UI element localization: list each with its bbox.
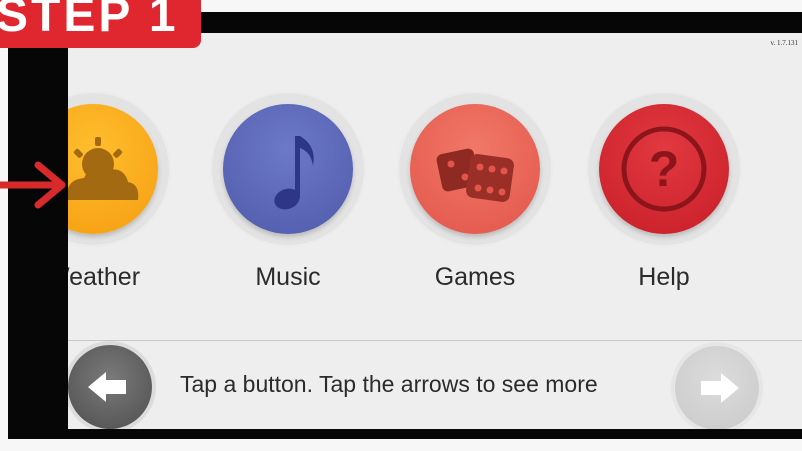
- divider: [68, 340, 802, 341]
- cloud-sun-icon: [68, 137, 139, 200]
- question-icon: ?: [621, 126, 707, 212]
- weather-label: Weather: [68, 263, 141, 291]
- arrow-left-icon: [88, 372, 126, 402]
- games-label: Games: [434, 263, 516, 291]
- next-arrow-button[interactable]: [675, 346, 759, 429]
- step-badge-text: STEP 1: [0, 0, 179, 42]
- arrow-right-icon: [701, 373, 739, 403]
- games-button[interactable]: Games: [385, 91, 565, 291]
- weather-button[interactable]: Weather: [68, 91, 183, 291]
- music-note-icon: [274, 136, 314, 210]
- music-label: Music: [255, 263, 321, 291]
- help-label: Help: [638, 263, 690, 291]
- music-button[interactable]: Music: [198, 91, 378, 291]
- dice-icon: [436, 148, 514, 202]
- music-disc: [223, 104, 353, 234]
- version-label: v. 1.7.131: [770, 39, 798, 47]
- step-badge: STEP 1: [0, 0, 201, 48]
- red-pointer-arrow: [0, 161, 66, 209]
- svg-text:?: ?: [649, 141, 680, 197]
- help-disc: ?: [599, 104, 729, 234]
- weather-disc: [68, 104, 158, 234]
- tablet-screen: v. 1.7.131 Weather: [68, 33, 802, 429]
- help-button[interactable]: ? Help: [574, 91, 754, 291]
- games-disc: [410, 104, 540, 234]
- instructions-text: Tap a button. Tap the arrows to see more: [180, 371, 598, 397]
- back-arrow-button[interactable]: [68, 345, 152, 429]
